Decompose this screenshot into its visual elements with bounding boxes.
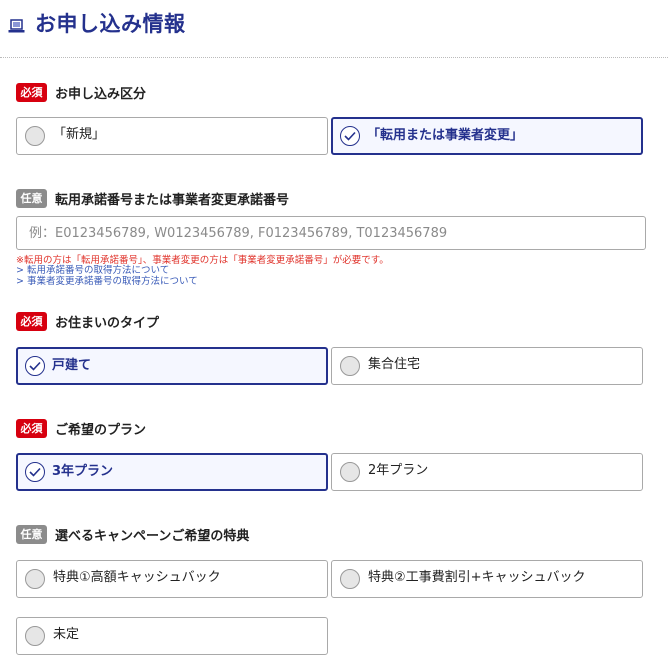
page-header: お申し込み情報 xyxy=(0,0,668,58)
optional-badge: 任意 xyxy=(16,188,47,208)
residence-type-label: 必須 お住まいのタイプ xyxy=(16,311,159,331)
plan-label-text: ご希望のプラン xyxy=(55,422,147,438)
radio-unchecked-icon[interactable] xyxy=(340,356,360,376)
required-badge: 必須 xyxy=(16,82,47,102)
option-new[interactable]: 「新規」 xyxy=(16,117,328,155)
approval-number-input[interactable] xyxy=(16,216,646,250)
option-undecided[interactable]: 未定 xyxy=(16,617,328,655)
option-detached-house-label: 戸建て xyxy=(52,358,92,373)
required-badge: 必須 xyxy=(16,311,47,331)
campaign-label: 任意 選べるキャンペーンご希望の特典 xyxy=(16,524,249,544)
page-title: お申し込み情報 xyxy=(35,12,186,36)
required-badge: 必須 xyxy=(16,418,47,438)
radio-checked-icon[interactable] xyxy=(340,126,360,146)
radio-unchecked-icon[interactable] xyxy=(25,626,45,646)
radio-unchecked-icon[interactable] xyxy=(340,462,360,482)
campaign-label-text: 選べるキャンペーンご希望の特典 xyxy=(55,528,250,544)
option-cashback[interactable]: 特典①高額キャッシュバック xyxy=(16,560,328,598)
option-3year-plan[interactable]: 3年プラン xyxy=(16,453,328,491)
option-discount-cashback-label: 特典②工事費割引+キャッシュバック xyxy=(368,570,586,585)
radio-checked-icon[interactable] xyxy=(25,356,45,376)
option-apartment[interactable]: 集合住宅 xyxy=(331,347,643,385)
radio-unchecked-icon[interactable] xyxy=(25,126,45,146)
option-3year-plan-label: 3年プラン xyxy=(52,464,114,479)
plan-label: 必須 ご希望のプラン xyxy=(16,418,146,438)
radio-unchecked-icon[interactable] xyxy=(25,569,45,589)
residence-type-label-text: お住まいのタイプ xyxy=(55,315,160,331)
laptop-icon xyxy=(8,19,25,33)
radio-checked-icon[interactable] xyxy=(25,462,45,482)
option-apartment-label: 集合住宅 xyxy=(368,357,421,372)
application-type-label: 必須 お申し込み区分 xyxy=(16,82,146,102)
radio-unchecked-icon[interactable] xyxy=(340,569,360,589)
option-2year-plan-label: 2年プラン xyxy=(368,463,429,478)
option-cashback-label: 特典①高額キャッシュバック xyxy=(53,570,221,585)
application-type-label-text: お申し込み区分 xyxy=(55,86,147,102)
optional-badge: 任意 xyxy=(16,524,47,544)
option-2year-plan[interactable]: 2年プラン xyxy=(331,453,643,491)
option-transfer-label: 「転用または事業者変更」 xyxy=(367,128,524,143)
transfer-number-help-link[interactable]: > 転用承諾番号の取得方法について xyxy=(16,265,169,276)
change-number-help-link[interactable]: > 事業者変更承諾番号の取得方法について xyxy=(16,276,198,287)
option-discount-cashback[interactable]: 特典②工事費割引+キャッシュバック xyxy=(331,560,643,598)
approval-number-label-text: 転用承諾番号または事業者変更承諾番号 xyxy=(55,192,290,208)
option-new-label: 「新規」 xyxy=(53,127,106,142)
option-transfer[interactable]: 「転用または事業者変更」 xyxy=(331,117,643,155)
approval-number-label: 任意 転用承諾番号または事業者変更承諾番号 xyxy=(16,188,289,208)
option-detached-house[interactable]: 戸建て xyxy=(16,347,328,385)
option-undecided-label: 未定 xyxy=(53,627,80,642)
